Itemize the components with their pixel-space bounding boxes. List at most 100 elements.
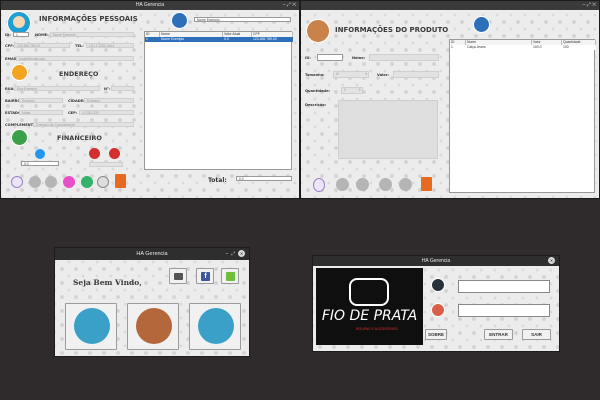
complemento-field[interactable]: Exemplo de Complemento <box>33 122 134 127</box>
minimize-icon[interactable]: – <box>583 2 586 8</box>
window-controls[interactable]: – ⤢ ✕ <box>226 248 245 260</box>
tel-field[interactable]: (11) 2 3333-4444 <box>86 43 134 48</box>
numero-label: N°: <box>104 87 111 91</box>
alert-icon[interactable] <box>89 148 100 159</box>
cell-valor: 100.0 <box>533 45 542 49</box>
alert-icon-2[interactable] <box>109 148 120 159</box>
table-row[interactable]: 1 Nome Exemplo 0.0 123.456.789-00 <box>145 37 293 42</box>
home-icon <box>11 64 28 81</box>
exit-icon[interactable] <box>421 177 432 191</box>
cell-id: 1 <box>146 37 148 41</box>
financeiro-value-field[interactable]: 0.0 <box>21 161 59 166</box>
produto-id-field[interactable] <box>317 54 343 61</box>
produtos-button[interactable] <box>127 303 179 350</box>
cell-quantidade: 100 <box>563 45 569 49</box>
cell-id: 1 <box>451 45 453 49</box>
stepper-arrows-icon[interactable]: ⇕ <box>358 88 361 93</box>
money-icon <box>11 129 28 146</box>
window-titlebar <box>301 1 599 10</box>
endereco-heading: ENDEREÇO <box>59 70 99 78</box>
tamanho-label: Tamanho: <box>305 73 325 77</box>
clientes-window: HA Gerencia – ⤢ ✕ INFORMAÇÕES PESSOAIS I… <box>0 0 300 199</box>
client-icon <box>74 308 110 344</box>
document-check-icon <box>198 308 234 344</box>
close-icon[interactable]: ✕ <box>548 257 555 264</box>
cell-nome: Nome Exemplo <box>161 37 185 41</box>
logout-icon <box>226 272 235 281</box>
cidade-field[interactable]: Exemplo <box>84 98 134 103</box>
facebook-icon: f <box>201 272 210 281</box>
cidade-label: CIDADE: <box>68 99 85 103</box>
relatorios-button[interactable] <box>189 303 241 350</box>
bairro-field[interactable]: Exemplo <box>19 98 63 103</box>
quantidade-stepper-value: 0 <box>344 88 346 92</box>
total-label: Total: <box>208 177 227 184</box>
maximize-icon[interactable]: ⤢ <box>287 2 291 8</box>
tamanho-select[interactable]: M ▾ <box>333 71 369 78</box>
new-icon[interactable] <box>11 176 23 188</box>
produtos-table: ID Nome Valor Quantidade 1 Calça Jeans 1… <box>449 39 596 193</box>
window-title: HA Gerencia <box>421 258 451 264</box>
facebook-button[interactable]: f <box>196 268 214 284</box>
valor-field[interactable] <box>393 71 439 78</box>
new-icon[interactable] <box>313 178 325 192</box>
cep-field[interactable]: 12.333-333 <box>79 110 134 115</box>
estado-field[interactable]: Maga <box>19 110 63 115</box>
nome-field[interactable]: Nome Exemplo <box>50 32 134 37</box>
window-controls[interactable]: – ⤢ ✕ <box>583 1 596 10</box>
search-icon[interactable] <box>473 16 490 33</box>
logo-text: FIO DE PRATA <box>321 308 418 324</box>
camera-button[interactable] <box>169 268 187 284</box>
minimize-icon[interactable]: – <box>226 251 229 257</box>
tel-label: TEL: <box>75 44 84 48</box>
entrar-button[interactable]: ENTRAR <box>484 329 513 340</box>
nome-label: NOME: <box>35 33 49 37</box>
descricao-label: Descrição: <box>305 103 327 107</box>
camera-icon[interactable] <box>97 176 109 188</box>
clientes-button[interactable] <box>65 303 117 350</box>
close-icon[interactable]: ✕ <box>592 2 596 8</box>
add-money-icon[interactable] <box>35 149 45 159</box>
numero-field[interactable] <box>111 86 134 91</box>
user-icon <box>431 278 445 292</box>
cpf-field[interactable]: 123.456.789-00 <box>14 43 70 48</box>
produto-nome-field[interactable] <box>369 54 439 61</box>
email-field[interactable]: email@email.com <box>16 56 134 61</box>
edit-icon[interactable] <box>29 176 41 188</box>
quantidade-label: Quantidade: <box>305 89 330 93</box>
produtos-window: – ⤢ ✕ INFORMAÇÕES DO PRODUTO ID: Nome: T… <box>300 0 600 199</box>
maximize-icon[interactable]: ⤢ <box>231 251 235 257</box>
sair-button[interactable]: SAIR <box>522 329 551 340</box>
maximize-icon[interactable]: ⤢ <box>587 2 591 8</box>
id-field[interactable]: 1 <box>13 32 29 37</box>
exit-icon[interactable] <box>115 174 126 188</box>
sobre-button[interactable]: SOBRE <box>425 329 447 340</box>
logout-button[interactable] <box>221 268 239 284</box>
rua-field[interactable]: Rua Exemplo <box>14 86 100 91</box>
chevron-down-icon: ▾ <box>365 72 367 76</box>
username-input[interactable] <box>458 280 550 293</box>
window-controls[interactable]: – ⤢ ✕ <box>283 1 296 10</box>
search-input[interactable]: Nome Exemplo <box>194 17 291 22</box>
window-controls[interactable]: ✕ <box>548 256 555 266</box>
cell-valor: 0.0 <box>224 37 229 41</box>
cash-icon[interactable] <box>81 176 93 188</box>
close-icon[interactable]: ✕ <box>238 250 245 257</box>
table-row[interactable]: 1 Calça Jeans 100.0 100 <box>450 45 596 50</box>
camera-icon[interactable] <box>379 178 392 191</box>
lock-icon <box>431 303 445 317</box>
search-icon[interactable] <box>171 12 188 29</box>
phone-icon[interactable] <box>63 176 75 188</box>
descricao-textarea[interactable] <box>338 100 438 159</box>
window-title: HA Gerencia <box>136 251 168 257</box>
quantidade-stepper[interactable]: 0 ⇕ <box>341 87 363 94</box>
delete-icon[interactable] <box>356 178 369 191</box>
edit-icon[interactable] <box>336 178 349 191</box>
tamanho-select-value: M <box>336 72 339 76</box>
minimize-icon[interactable]: – <box>283 2 286 8</box>
delete-icon[interactable] <box>45 176 57 188</box>
extra-icon[interactable] <box>399 178 412 191</box>
close-icon[interactable]: ✕ <box>292 2 296 8</box>
financeiro-secondary-field[interactable] <box>89 162 123 167</box>
password-input[interactable] <box>458 304 550 317</box>
